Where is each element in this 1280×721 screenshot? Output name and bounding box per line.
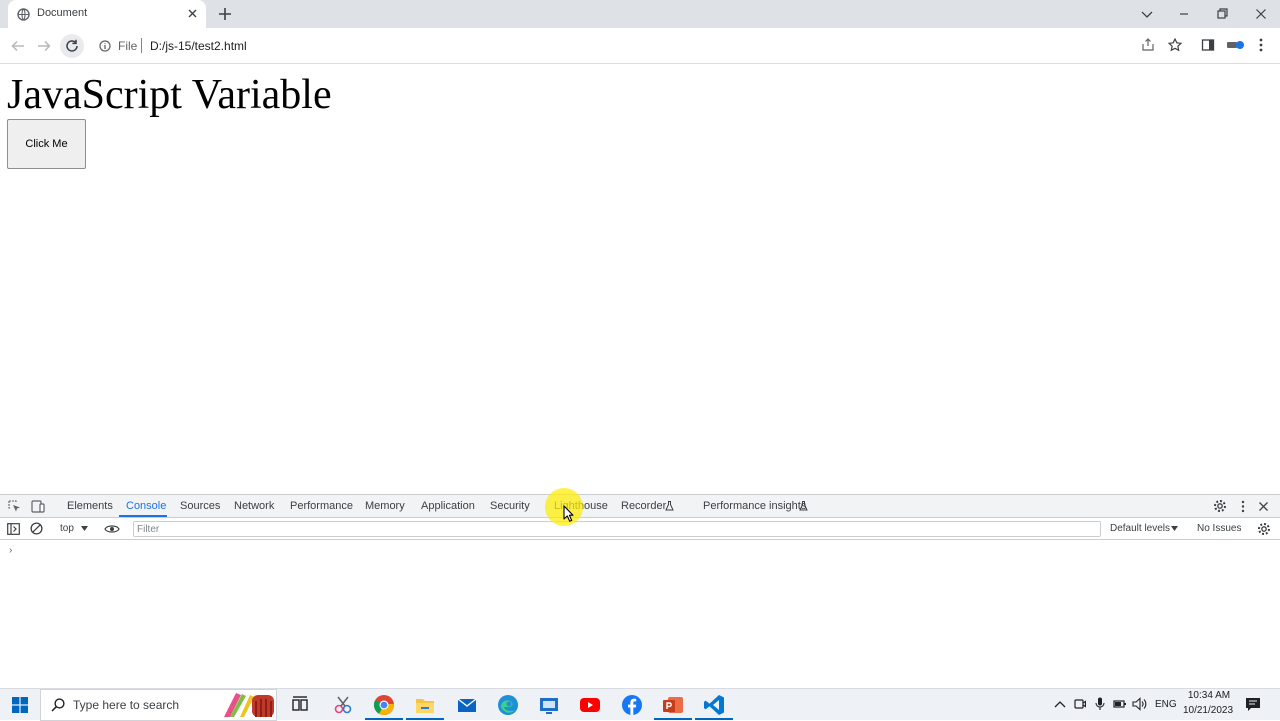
minimize-icon[interactable] (1176, 6, 1192, 22)
windows-start-icon[interactable] (12, 697, 28, 713)
notifications-icon[interactable] (1245, 697, 1261, 712)
devtools-tab-console[interactable]: Console (126, 500, 166, 512)
taskbar-search-box[interactable]: Type here to search (40, 689, 277, 721)
site-info-icon[interactable] (99, 40, 111, 52)
devtools-tab-recorder[interactable]: Recorder (621, 500, 666, 512)
devtools-tab-elements[interactable]: Elements (67, 500, 113, 512)
address-bar-url[interactable]: D:/js-15/test2.html (150, 39, 247, 53)
clear-console-icon[interactable] (30, 522, 43, 535)
console-prompt[interactable]: › (9, 545, 12, 556)
active-tab-indicator (119, 515, 167, 517)
console-filter-box (133, 521, 1101, 537)
mail-icon[interactable] (456, 694, 478, 716)
extension-icon[interactable] (1227, 40, 1245, 50)
close-icon[interactable] (187, 8, 198, 19)
task-view-icon[interactable] (289, 694, 311, 716)
page-heading: JavaScript Variable (7, 72, 332, 118)
mouse-pointer-icon (563, 505, 574, 522)
reload-button[interactable] (60, 34, 84, 58)
file-explorer-icon[interactable] (414, 694, 436, 716)
show-hidden-icons-chevron-icon[interactable] (1054, 700, 1066, 708)
url-scheme-label: File (118, 39, 138, 53)
browser-toolbar: File D:/js-15/test2.html (0, 28, 1280, 64)
live-expression-eye-icon[interactable] (104, 524, 120, 534)
devtools-tab-memory[interactable]: Memory (365, 500, 405, 512)
console-filter-input[interactable] (137, 523, 1087, 535)
devtools-tab-security[interactable]: Security (490, 500, 530, 512)
devtools-settings-gear-icon[interactable] (1213, 499, 1227, 513)
experimental-flask-icon (665, 501, 674, 511)
volume-icon[interactable] (1132, 697, 1148, 711)
devtools-more-icon[interactable] (1240, 500, 1246, 513)
clock-date[interactable]: 10/21/2023 (1180, 705, 1236, 716)
devtools-tab-bar: Elements Console Sources Network Perform… (0, 495, 1280, 518)
search-highlights-icon (220, 691, 276, 719)
snipping-tool-icon[interactable] (332, 694, 354, 716)
browser-tab[interactable]: Document (8, 0, 206, 28)
browser-menu-icon[interactable] (1258, 38, 1264, 52)
language-indicator[interactable]: ENG (1155, 699, 1177, 710)
forward-arrow-icon[interactable] (36, 38, 52, 54)
browser-tab-strip: Document (0, 0, 1280, 28)
context-selector[interactable]: top (60, 523, 74, 534)
vscode-icon[interactable] (703, 694, 725, 716)
console-settings-gear-icon[interactable] (1257, 522, 1271, 536)
meet-now-icon[interactable] (1074, 697, 1086, 711)
globe-icon (17, 8, 30, 21)
sidebar-toggle-icon[interactable] (7, 523, 20, 535)
side-panel-icon[interactable] (1201, 38, 1215, 52)
devtools-tab-sources[interactable]: Sources (180, 500, 220, 512)
inspect-element-icon[interactable] (8, 500, 21, 513)
search-icon (51, 698, 65, 712)
share-icon[interactable] (1141, 38, 1155, 52)
window-close-icon[interactable] (1253, 6, 1269, 22)
devtools-panel: Elements Console Sources Network Perform… (0, 494, 1280, 688)
reload-icon (65, 39, 79, 53)
context-dropdown-triangle-icon (81, 526, 88, 531)
remote-desktop-icon[interactable] (538, 694, 560, 716)
levels-dropdown-triangle-icon (1171, 526, 1178, 531)
back-arrow-icon[interactable] (10, 38, 26, 54)
device-toolbar-icon[interactable] (31, 500, 45, 513)
taskbar-search-placeholder: Type here to search (73, 698, 180, 712)
facebook-icon[interactable] (621, 694, 643, 716)
url-separator (141, 38, 142, 53)
powerpoint-icon[interactable] (662, 694, 684, 716)
tab-search-chevron-icon[interactable] (1139, 6, 1155, 22)
tab-title: Document (37, 7, 88, 19)
clock-time[interactable]: 10:34 AM (1183, 690, 1235, 701)
youtube-icon[interactable] (579, 694, 601, 716)
microphone-icon[interactable] (1095, 697, 1105, 711)
devtools-close-icon[interactable] (1258, 501, 1269, 512)
windows-taskbar: Type here to search ENG 10:34 AM 10/21/2… (0, 688, 1280, 721)
devtools-tab-performance-insights[interactable]: Performance insights (703, 500, 806, 512)
chrome-icon[interactable] (373, 694, 395, 716)
bookmark-star-icon[interactable] (1168, 38, 1182, 52)
edge-icon[interactable] (497, 694, 519, 716)
devtools-tab-network[interactable]: Network (234, 500, 274, 512)
issues-counter[interactable]: No Issues (1197, 523, 1241, 534)
restore-icon[interactable] (1214, 6, 1230, 22)
console-toolbar: top Default levels No Issues (0, 518, 1280, 540)
network-icon[interactable] (1113, 698, 1127, 710)
devtools-tab-application[interactable]: Application (421, 500, 475, 512)
click-me-button[interactable]: Click Me (7, 119, 86, 169)
new-tab-plus-icon[interactable] (218, 7, 232, 21)
log-levels-dropdown[interactable]: Default levels (1110, 523, 1170, 534)
experimental-flask-icon (799, 501, 808, 511)
devtools-tab-performance[interactable]: Performance (290, 500, 353, 512)
